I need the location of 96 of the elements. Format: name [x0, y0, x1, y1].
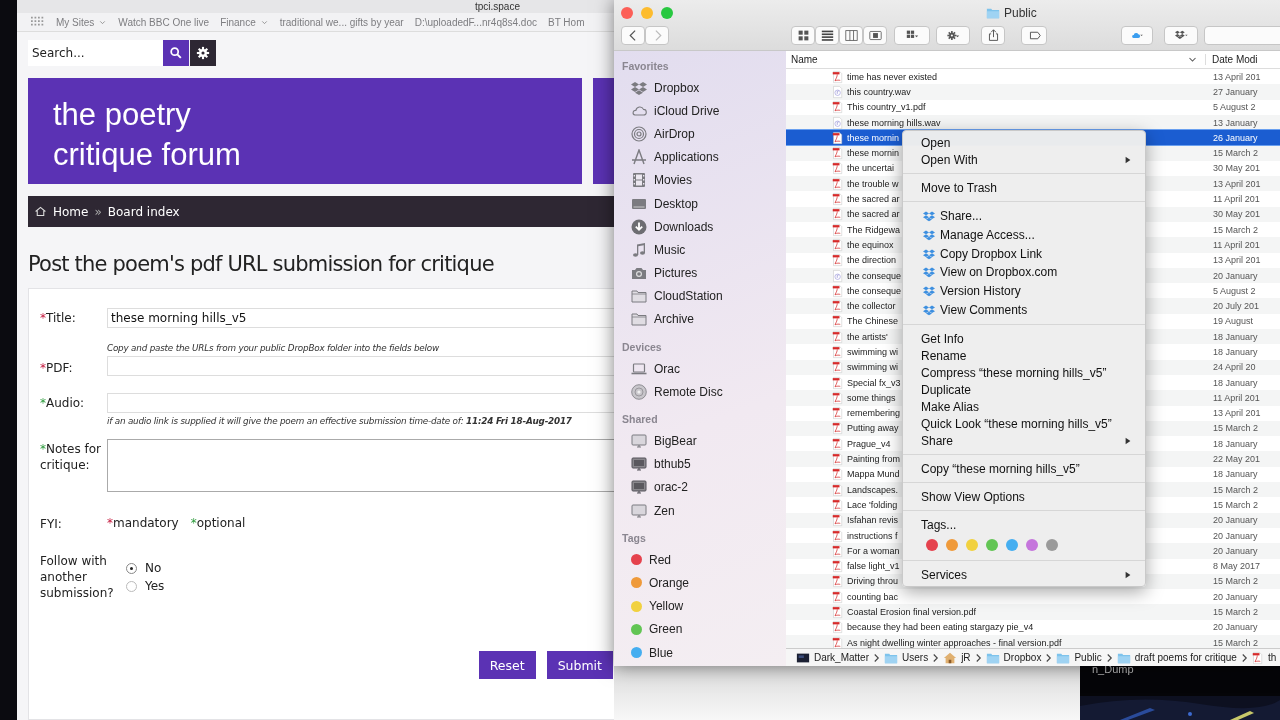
file-name: the direction [847, 255, 897, 266]
file-name: these mornin [847, 132, 900, 143]
follow-label: Follow with another submission? [40, 553, 115, 601]
file-name: Putting away [847, 423, 899, 434]
file-date: 20 January [1212, 530, 1258, 541]
radio-label: No [145, 561, 162, 575]
field-label: *Title: [40, 310, 77, 327]
file-date: 11 April 201 [1212, 239, 1260, 250]
file-name: instructions f [847, 530, 898, 541]
file-date: 13 April 201 [1212, 178, 1261, 189]
radio-label: Yes [145, 579, 165, 593]
field-hint: if an audio link is supplied it will give the poem an effective submission time-date of: 11:24 Fri 18-Aug-2017 [107, 416, 572, 426]
file-name: the sacred ar [847, 209, 900, 220]
file-name: Painting from [847, 454, 901, 465]
file-name: The Chinese [847, 316, 899, 327]
file-date: 18 January [1212, 331, 1258, 342]
file-date: 15 March 2 [1212, 499, 1259, 510]
file-date: 20 July 201 [1212, 301, 1260, 312]
sidebar-heading: Tags [622, 532, 647, 545]
file-date: 15 March 2 [1212, 576, 1259, 587]
file-date: 18 January [1212, 377, 1258, 388]
file-name: Lace 'folding [847, 499, 898, 510]
sidebar-heading: Favorites [622, 60, 670, 72]
file-date: 18 January [1212, 347, 1258, 357]
file-name: the trouble w [847, 178, 899, 189]
banner-title: critique forum [53, 136, 242, 175]
banner-title: the poetry [53, 96, 192, 134]
file-name: because they had been eating stargazy pie_v4 [847, 622, 1034, 633]
field-hint: Copy and paste the URLs from your public DropBox folder into the fields below [107, 343, 439, 353]
file-date: 15 March 2 [1212, 484, 1259, 495]
fyi-label: FYI: [40, 516, 63, 532]
file-date: 18 January [1212, 469, 1258, 480]
file-name: Mappa Mund [847, 469, 900, 480]
file-date: 11 April 201 [1212, 194, 1260, 204]
file-date: 15 March 2 [1212, 423, 1259, 434]
file-date: 15 March 2 [1212, 224, 1259, 235]
field-label: *PDF: [40, 360, 74, 376]
file-date: 20 January [1212, 515, 1258, 526]
breadcrumb-separator: » [94, 204, 102, 219]
file-date: 13 January [1212, 117, 1258, 128]
file-name: these mornin [847, 148, 900, 159]
window-title: Public [1004, 6, 1037, 20]
file-date: 26 January [1212, 132, 1258, 143]
sidebar-heading: Devices [622, 341, 663, 354]
file-date: 18 January [1212, 438, 1258, 449]
file-date: 19 August [1212, 316, 1254, 327]
file-name: remembering [847, 408, 901, 419]
file-date: 20 January [1212, 270, 1258, 281]
file-date: 13 April 201 [1212, 408, 1261, 419]
file-name: Special fx_v3 [847, 377, 901, 388]
file-name: Coastal Erosion final version.pdf [847, 607, 977, 618]
file-date: 15 March 2 [1212, 148, 1259, 159]
file-date: 20 January [1212, 545, 1258, 556]
file-name: As night dwelling winter approaches - final version.pdf [847, 637, 1062, 648]
file-date: 20 January [1212, 622, 1258, 633]
file-date: 5 August 2 [1212, 102, 1256, 113]
file-date: 30 May 201 [1212, 209, 1261, 220]
file-date: 22 May 201 [1212, 454, 1261, 465]
file-name: the artists' [847, 331, 888, 342]
file-name: Isfahan revis [847, 515, 899, 526]
file-name: Landscapes. [847, 484, 899, 495]
file-date: 15 March 2 [1212, 607, 1259, 618]
field-label: *Notes for critique: [40, 441, 102, 474]
file-name: swimming wi [847, 347, 898, 357]
file-date: 24 April 20 [1212, 362, 1256, 373]
file-name: false light_v1 [847, 561, 900, 572]
file-name: time has never existed [847, 71, 938, 82]
file-name: swimming wi [847, 362, 898, 373]
file-name: For a woman [847, 545, 900, 556]
file-name: the conseque [847, 270, 902, 281]
page-heading: Post the poem's pdf URL submission for critique [28, 252, 494, 276]
file-name: some things [847, 392, 896, 403]
file-date: 15 March 2 [1212, 637, 1259, 648]
legend-text: *mandatory [107, 516, 179, 532]
file-name: Driving throu [847, 576, 899, 587]
file-name: counting bac [847, 591, 899, 602]
file-date: 13 April 201 [1212, 255, 1261, 266]
sidebar-heading: Shared [622, 413, 659, 426]
file-date: 27 January [1212, 86, 1258, 97]
file-date: 20 January [1212, 591, 1258, 602]
file-name: Prague_v4 [847, 438, 891, 449]
file-date: 13 April 201 [1212, 71, 1261, 82]
file-date: 30 May 201 [1212, 163, 1261, 174]
file-name: the conseque [847, 285, 902, 296]
file-date: 11 April 201 [1212, 392, 1260, 403]
field-label: *Audio: [40, 395, 86, 412]
file-name: This country_v1.pdf [847, 102, 926, 113]
file-name: The Ridgewa [847, 224, 901, 235]
file-name: these morning hills.wav [847, 117, 941, 128]
file-date: 8 May 2017 [1212, 561, 1261, 572]
file-name: the sacred ar [847, 194, 900, 204]
file-name: the uncertai [847, 163, 895, 174]
file-name: the equinox [847, 239, 894, 250]
file-date: 5 August 2 [1212, 285, 1256, 296]
file-name: this country.wav [847, 86, 911, 97]
legend-text: *optional [190, 516, 246, 532]
